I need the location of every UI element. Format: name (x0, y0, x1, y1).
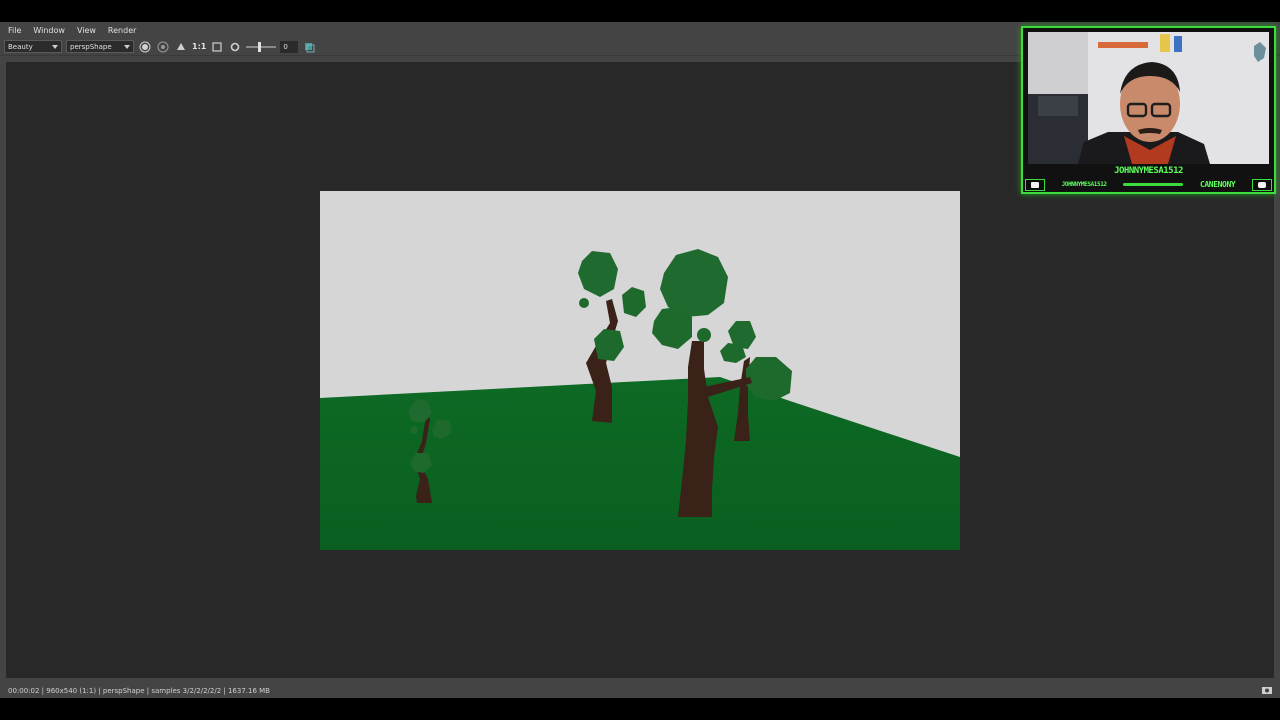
exposure-slider[interactable] (246, 41, 277, 53)
snapshot-icon[interactable] (138, 40, 152, 54)
status-bar: 00:00:02 | 960x540 (1:1) | perspShape | … (0, 684, 1280, 698)
snapshot-icon[interactable] (1262, 686, 1272, 696)
letterbox-top (0, 0, 1280, 22)
compare-icon[interactable] (174, 40, 188, 54)
camera-dropdown[interactable]: perspShape (66, 40, 134, 53)
youtube-icon[interactable] (1251, 178, 1272, 191)
youtube-handle: CANENONY (1199, 180, 1236, 189)
render-image (320, 191, 960, 550)
ratio-label[interactable]: 1:1 (192, 42, 206, 51)
render-viewport[interactable] (6, 62, 1020, 678)
menu-file[interactable]: File (8, 26, 21, 35)
menu-view[interactable]: View (77, 26, 96, 35)
slider-track (246, 45, 277, 48)
log-icon[interactable] (302, 40, 316, 54)
letterbox-bottom (0, 698, 1280, 720)
webcam-overlay: JOHNNYMESA1512 JOHNNYMESA1512 CANENONY (1021, 26, 1276, 194)
settings-icon[interactable] (228, 40, 242, 54)
crop-icon[interactable] (210, 40, 224, 54)
menu-render[interactable]: Render (108, 26, 136, 35)
rendered-scene (320, 191, 960, 550)
camera-value: perspShape (70, 42, 112, 51)
menu-window[interactable]: Window (33, 26, 65, 35)
chevron-down-icon (52, 44, 58, 49)
twitch-handle: JOHNNYMESA1512 (1061, 181, 1107, 188)
rgb-icon[interactable] (156, 40, 170, 54)
render-status-text: 00:00:02 | 960x540 (1:1) | perspShape | … (8, 687, 270, 695)
slider-knob[interactable] (258, 41, 262, 52)
exposure-field[interactable]: 0 (280, 40, 299, 53)
render-layer-dropdown[interactable]: Beauty (4, 40, 62, 53)
chevron-down-icon (124, 44, 130, 49)
webcam-socials: JOHNNYMESA1512 CANENONY (1025, 178, 1272, 191)
webcam-feed (1028, 32, 1269, 164)
streamer-name: JOHNNYMESA1512 (1114, 166, 1183, 176)
webcam-video (1028, 32, 1269, 164)
render-layer-value: Beauty (8, 42, 33, 51)
decorative-bar (1123, 183, 1184, 186)
twitch-icon[interactable] (1025, 178, 1045, 191)
